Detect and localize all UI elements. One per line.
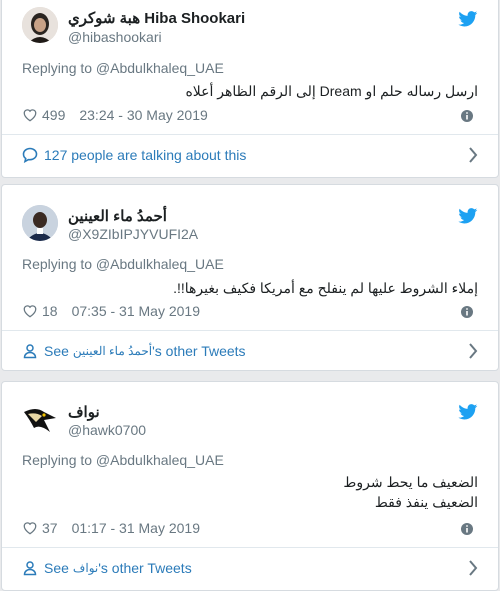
tweet-text-line: الضعيف ما يحط شروط [343, 474, 478, 490]
info-icon[interactable] [460, 305, 474, 319]
author-name[interactable]: هبة شوكري Hiba Shookari [68, 9, 245, 27]
author-handle[interactable]: @hawk0700 [68, 422, 146, 438]
twitter-bird-icon[interactable] [458, 404, 478, 420]
twitter-bird-icon[interactable] [458, 208, 478, 224]
tweet-timestamp[interactable]: 23:24 - 30 May 2019 [79, 107, 207, 123]
person-icon [23, 344, 37, 359]
heart-icon[interactable] [22, 521, 38, 535]
heart-icon[interactable] [22, 108, 38, 122]
see-label: See [44, 343, 69, 359]
replying-to[interactable]: Replying to @Abdulkhaleq_UAE [22, 452, 224, 468]
chevron-right-icon [469, 147, 478, 163]
author-handle[interactable]: @hibashookari [68, 29, 162, 45]
twitter-bird-icon[interactable] [458, 11, 478, 27]
tweet-text: الضعيف ما يحط شروط الضعيف ينفذ فقط [343, 472, 478, 512]
author-name-arabic: هبة شوكري [68, 10, 141, 27]
heart-icon[interactable] [22, 304, 38, 318]
author-name[interactable]: نواف [68, 403, 100, 421]
see-label: See [44, 560, 69, 576]
conversation-link[interactable]: 127 people are talking about this [22, 135, 478, 175]
author-handle[interactable]: @X9ZIbIPJYVUFI2A [68, 226, 198, 242]
conversation-count-text: 127 people are talking about this [44, 147, 247, 163]
avatar-man-image [22, 205, 58, 241]
tweet-timestamp[interactable]: 01:17 - 31 May 2019 [72, 520, 200, 536]
avatar[interactable] [22, 7, 58, 43]
tweet-meta: 18 07:35 - 31 May 2019 [22, 303, 200, 319]
other-tweets-suffix: 's other Tweets [152, 343, 246, 359]
author-name-latin: Hiba Shookari [144, 10, 246, 27]
tweet-text-line: ارسل رساله حلم او Dream إلى الرقم الظاهر… [185, 83, 478, 99]
footer-author-name: نواف [72, 561, 99, 575]
chevron-right-icon [469, 560, 478, 576]
other-tweets-link[interactable]: See أحمدُ ماء العينين 's other Tweets [22, 331, 478, 371]
info-icon[interactable] [460, 522, 474, 536]
avatar-woman-image [22, 7, 58, 43]
tweet-text: ارسل رساله حلم او Dream إلى الرقم الظاهر… [185, 81, 478, 101]
chevron-right-icon [469, 343, 478, 359]
other-tweets-link[interactable]: See نواف 's other Tweets [22, 548, 478, 588]
replying-to[interactable]: Replying to @Abdulkhaleq_UAE [22, 60, 224, 76]
like-count[interactable]: 499 [42, 107, 65, 123]
other-tweets-suffix: 's other Tweets [98, 560, 192, 576]
tweet-text: إملاء الشروط عليها لم ينفلح مع أمريكا فك… [173, 278, 478, 298]
avatar-hawk-image [22, 402, 58, 438]
comment-bubble-icon [22, 147, 38, 163]
avatar[interactable] [22, 402, 58, 438]
tweet-meta: 37 01:17 - 31 May 2019 [22, 520, 200, 536]
info-icon[interactable] [460, 109, 474, 123]
tweet-card-1: هبة شوكري Hiba Shookari @hibashookari Re… [1, 0, 499, 178]
replying-to[interactable]: Replying to @Abdulkhaleq_UAE [22, 256, 224, 272]
tweet-card-2: أحمدُ ماء العينين @X9ZIbIPJYVUFI2A Reply… [1, 184, 499, 371]
like-count[interactable]: 37 [42, 520, 58, 536]
like-count[interactable]: 18 [42, 303, 58, 319]
tweet-text-line: إملاء الشروط عليها لم ينفلح مع أمريكا فك… [173, 280, 478, 296]
person-icon [23, 561, 37, 576]
avatar[interactable] [22, 205, 58, 241]
tweet-timestamp[interactable]: 07:35 - 31 May 2019 [72, 303, 200, 319]
tweet-card-3: نواف @hawk0700 Replying to @Abdulkhaleq_… [1, 381, 499, 591]
footer-author-name: أحمدُ ماء العينين [72, 344, 153, 358]
author-name[interactable]: أحمدُ ماء العينين [68, 207, 167, 225]
tweet-text-line: الضعيف ينفذ فقط [374, 494, 478, 510]
tweet-meta: 499 23:24 - 30 May 2019 [22, 107, 208, 123]
